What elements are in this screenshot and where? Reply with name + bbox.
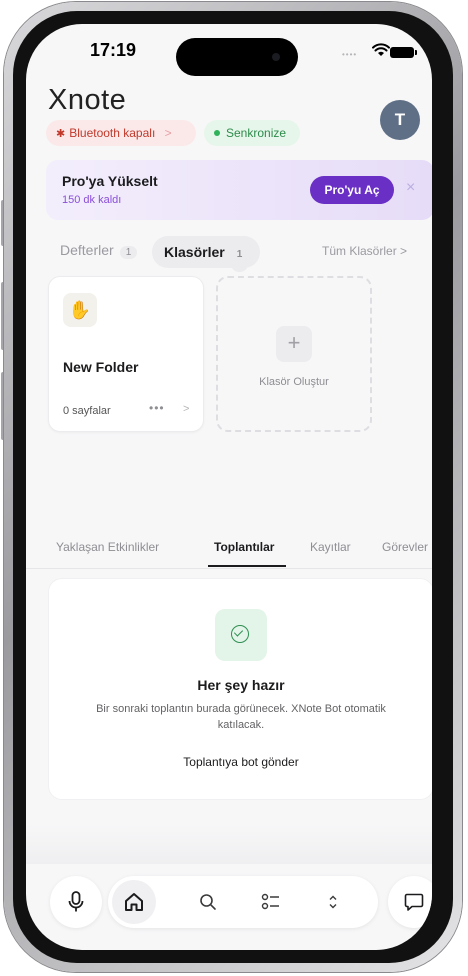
tab-notebooks-label: Defterler (60, 242, 114, 258)
bluetooth-off-icon: ✱ (56, 128, 66, 140)
active-tab-indicator (208, 565, 286, 567)
create-folder-card[interactable]: + Klasör Oluştur (216, 276, 372, 432)
microphone-button[interactable] (50, 876, 102, 928)
more-options-icon[interactable]: ••• (149, 401, 165, 415)
sync-status-chip: Senkronize (204, 120, 300, 146)
bluetooth-status-chip[interactable]: ✱ Bluetooth kapalı > (46, 120, 196, 146)
tab-notebooks[interactable]: Defterler 1 (60, 242, 138, 259)
meetings-empty-state: Her şey hazır Bir sonraki toplantın bura… (48, 578, 432, 800)
home-button[interactable] (112, 880, 156, 924)
send-bot-to-meeting-link[interactable]: Toplantıya bot gönder (49, 755, 432, 769)
tab-tasks[interactable]: Görevler (382, 540, 428, 554)
chat-bubble-icon (404, 893, 424, 911)
status-bar: 17:19 •••• (26, 38, 432, 76)
check-circle-icon (215, 609, 267, 661)
app-screen: 17:19 •••• Xnote T ✱ Bluetooth kapalı > S… (26, 24, 432, 950)
task-list-icon[interactable] (260, 891, 282, 913)
tab-recordings[interactable]: Kayıtlar (310, 540, 351, 554)
create-folder-label: Klasör Oluştur (259, 376, 329, 388)
folder-page-count: 0 sayfalar (63, 405, 111, 417)
close-icon[interactable]: × (406, 179, 415, 197)
folders-count-badge: 1 (230, 238, 249, 272)
tab-meetings[interactable]: Toplantılar (214, 540, 274, 554)
folder-tabs: Defterler 1 Klasörler 1 Tüm Klasörler > (26, 236, 432, 272)
tab-upcoming-events[interactable]: Yaklaşan Etkinlikler (56, 540, 159, 554)
tab-folders[interactable]: Klasörler 1 (152, 236, 261, 272)
empty-state-description: Bir sonraki toplantın burada görünecek. … (96, 703, 386, 731)
upgrade-banner: Pro'ya Yükselt 150 dk kaldı Pro'yu Aç × (46, 160, 432, 220)
phone-frame: 17:19 •••• Xnote T ✱ Bluetooth kapalı > S… (4, 2, 462, 972)
home-icon (125, 893, 143, 911)
folder-card[interactable]: ✋ New Folder 0 sayfalar ••• > (48, 276, 204, 432)
all-folders-link[interactable]: Tüm Klasörler > (322, 244, 407, 258)
chevron-right-icon: > (183, 403, 190, 415)
empty-state-title: Her şey hazır (197, 677, 285, 693)
chevron-right-icon: > (164, 126, 172, 140)
sync-status-label: Senkronize (226, 126, 287, 140)
app-logo: Xnote (48, 84, 127, 116)
open-pro-button[interactable]: Pro'yu Aç (310, 176, 394, 204)
content-tabs: Yaklaşan Etkinlikler Toplantılar Kayıtla… (26, 532, 432, 572)
search-icon[interactable] (198, 892, 218, 912)
user-avatar[interactable]: T (380, 100, 420, 140)
chat-button[interactable] (388, 876, 432, 928)
tabs-divider (26, 568, 432, 569)
upgrade-title: Pro'ya Yükselt (62, 173, 158, 189)
camera-dot (272, 53, 280, 61)
battery-icon (390, 47, 417, 58)
tab-folders-label: Klasörler (164, 244, 225, 260)
folder-title: New Folder (63, 359, 139, 375)
chevron-updown-icon[interactable] (326, 893, 340, 911)
bluetooth-status-label: Bluetooth kapalı (69, 126, 156, 140)
wifi-icon (372, 43, 390, 56)
plus-icon: + (276, 326, 312, 362)
sync-dot-icon (214, 129, 220, 136)
cellular-signal-icon: •••• (342, 50, 358, 59)
bottom-fade (26, 824, 432, 864)
dynamic-island (176, 38, 298, 76)
status-time: 17:19 (90, 40, 137, 60)
waving-hand-icon: ✋ (63, 293, 97, 327)
bottom-navigation (44, 872, 432, 932)
main-nav-pill (108, 876, 378, 928)
notebooks-count-badge: 1 (119, 246, 138, 259)
minutes-remaining: 150 dk kaldı (62, 194, 122, 206)
phone-bezel: 17:19 •••• Xnote T ✱ Bluetooth kapalı > S… (13, 11, 453, 963)
microphone-icon (68, 891, 84, 912)
